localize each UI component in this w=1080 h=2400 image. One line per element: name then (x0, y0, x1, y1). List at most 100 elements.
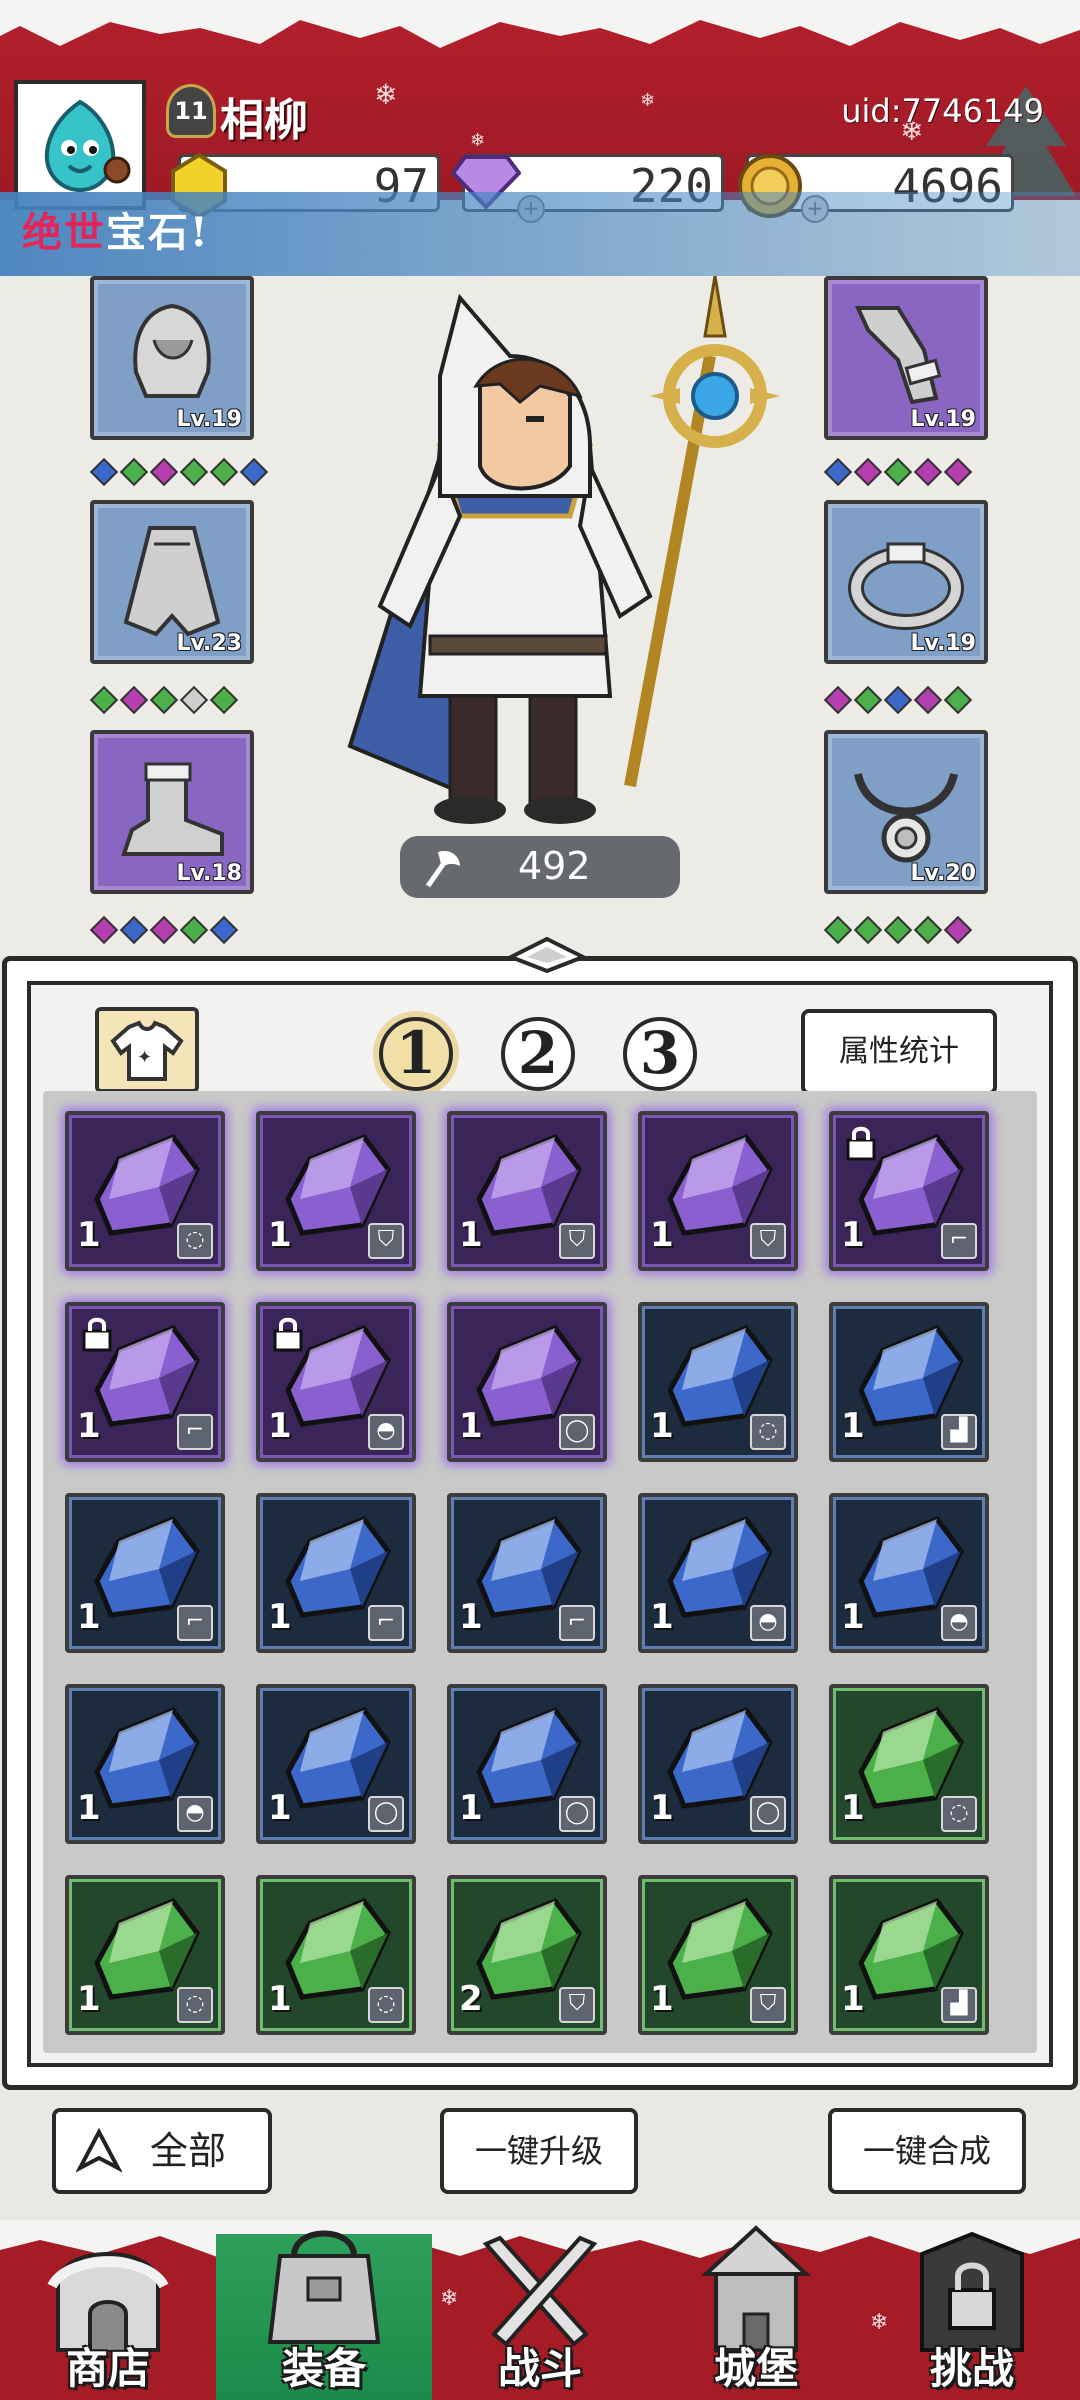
nav-label: 装备 (281, 2344, 366, 2393)
player-name: 相柳 (220, 95, 308, 146)
gem-cell[interactable]: 1 ◌ (638, 1302, 798, 1462)
player-uid: uid:7746149 (841, 92, 1044, 130)
gem-socket-green (853, 915, 883, 945)
gem-cell[interactable]: 1 ◌ (829, 1684, 989, 1844)
upgrade-all-button[interactable]: 一键升级 (440, 2108, 638, 2194)
nav-castle[interactable]: 城堡 (648, 2220, 864, 2400)
equip-slot-cloak[interactable]: Lv.23 (90, 500, 254, 664)
gem-cell[interactable]: 1 ⌐ (829, 1111, 989, 1271)
gem-cell[interactable]: 2 ⛉ (447, 1875, 607, 2035)
boots-slot-icon: ▟ (941, 1414, 977, 1450)
snowflake-icon: ❄ (640, 90, 656, 111)
gem-count: 2 (459, 1979, 483, 2019)
filter-all-button[interactable]: 全部 (52, 2108, 272, 2194)
gem-socket-magenta (913, 457, 943, 487)
cloak-slot-icon: ⛉ (750, 1223, 786, 1259)
player-level-badge: 11 (166, 84, 216, 138)
gem-count: 1 (77, 1406, 101, 1446)
page-tab-2[interactable]: 2 (501, 1017, 575, 1091)
nav-equipment[interactable]: 装备 (216, 2230, 432, 2400)
gem-count: 1 (268, 1406, 292, 1446)
lock-icon (846, 1126, 876, 1161)
nav-battle[interactable]: 战斗 (432, 2220, 648, 2400)
gem-inventory-panel: ✦ 1 2 3 属性统计 1 ◌ 1 ⛉ 1 ⛉ 1 ⛉ 1 ⌐ 1 ⌐ 1 ◓ 1 ◯ 1 ◌ 1 ▟ 1 ⌐ 1 ⌐ 1 ⌐ 1… (2, 936, 1078, 2090)
gem-socket-green (823, 915, 853, 945)
lock-icon (82, 1317, 112, 1352)
gem-socket-green (883, 457, 913, 487)
combat-power-value: 492 (518, 844, 591, 888)
announcement-banner: 绝世宝石! (0, 192, 1080, 276)
nav-label: 挑战 (929, 2344, 1014, 2393)
gem-count: 1 (650, 1597, 674, 1637)
ring-slot-icon: ◌ (368, 1987, 404, 2023)
announcement-rest: 宝石! (106, 209, 210, 256)
merge-all-button[interactable]: 一键合成 (828, 2108, 1026, 2194)
equip-slot-boots[interactable]: Lv.18 (90, 730, 254, 894)
gem-count: 1 (459, 1406, 483, 1446)
gem-socket-green (913, 915, 943, 945)
gem-count: 1 (268, 1597, 292, 1637)
gem-cell[interactable]: 1 ◯ (447, 1302, 607, 1462)
gem-cell[interactable]: 1 ⛉ (256, 1111, 416, 1271)
hero-mage-character (347, 276, 780, 824)
gem-socket-green (119, 457, 149, 487)
gem-cell[interactable]: 1 ⛉ (638, 1111, 798, 1271)
gem-cell[interactable]: 1 ◓ (829, 1493, 989, 1653)
gem-socket-magenta (89, 915, 119, 945)
gem-cell[interactable]: 1 ⌐ (256, 1493, 416, 1653)
nav-shop[interactable]: 商店 (0, 2220, 216, 2400)
slot-level: Lv.19 (176, 407, 242, 432)
snow-decoration (0, 0, 1080, 48)
gem-cell[interactable]: 1 ◌ (65, 1875, 225, 2035)
bracer-slot-icon: ⌐ (368, 1605, 404, 1641)
nav-label: 商店 (65, 2344, 150, 2393)
amulet-slot-icon: ◯ (750, 1796, 786, 1832)
svg-text:✦: ✦ (137, 1047, 152, 1068)
gem-count: 1 (77, 1788, 101, 1828)
inventory-inner-frame: ✦ 1 2 3 属性统计 1 ◌ 1 ⛉ 1 ⛉ 1 ⛉ 1 ⌐ 1 ⌐ 1 ◓ 1 ◯ 1 ◌ 1 ▟ 1 ⌐ 1 ⌐ 1 ⌐ 1… (27, 981, 1053, 2067)
gem-cell[interactable]: 1 ◯ (256, 1684, 416, 1844)
gem-socket-green (209, 685, 239, 715)
gem-cell[interactable]: 1 ▟ (829, 1302, 989, 1462)
snowflake-icon: ❄ (374, 78, 398, 111)
combat-power-badge: 492 (400, 836, 680, 898)
gem-cell[interactable]: 1 ◯ (638, 1684, 798, 1844)
gem-cell[interactable]: 1 ◓ (256, 1302, 416, 1462)
gem-socket-green (853, 685, 883, 715)
equip-slot-hood[interactable]: Lv.19 (90, 276, 254, 440)
gem-count: 1 (841, 1788, 865, 1828)
gem-cell[interactable]: 1 ◌ (65, 1111, 225, 1271)
gem-count: 1 (268, 1788, 292, 1828)
page-tab-1[interactable]: 1 (379, 1017, 453, 1091)
gem-count: 1 (841, 1597, 865, 1637)
bracer-slot-icon: ⌐ (559, 1605, 595, 1641)
nav-challenge[interactable]: 挑战 (864, 2220, 1080, 2400)
equipment-filter-button[interactable]: ✦ (95, 1007, 199, 1093)
gem-cell[interactable]: 1 ◌ (256, 1875, 416, 2035)
gem-count: 1 (459, 1597, 483, 1637)
bracer-slot-icon: ⌐ (177, 1605, 213, 1641)
gem-cell[interactable]: 1 ⛉ (447, 1111, 607, 1271)
gem-socket-blue (883, 685, 913, 715)
gem-socket-row (823, 685, 973, 715)
gem-cell[interactable]: 1 ◯ (447, 1684, 607, 1844)
player-avatar[interactable] (14, 80, 146, 210)
gem-cell[interactable]: 1 ◓ (65, 1684, 225, 1844)
gem-cell[interactable]: 1 ▟ (829, 1875, 989, 2035)
gem-cell[interactable]: 1 ⛉ (638, 1875, 798, 2035)
equip-slot-bracer[interactable]: Lv.19 (824, 276, 988, 440)
gem-cell[interactable]: 1 ◓ (638, 1493, 798, 1653)
equip-slot-amulet[interactable]: Lv.20 (824, 730, 988, 894)
equip-slot-ring[interactable]: Lv.19 (824, 500, 988, 664)
gem-cell[interactable]: 1 ⌐ (447, 1493, 607, 1653)
gem-socket-green (179, 457, 209, 487)
gem-cell[interactable]: 1 ⌐ (65, 1302, 225, 1462)
panel-ornament-icon (507, 936, 587, 974)
hood-slot-icon: ◓ (177, 1796, 213, 1832)
gem-socket-blue (209, 915, 239, 945)
gem-socket-magenta (149, 457, 179, 487)
gem-cell[interactable]: 1 ⌐ (65, 1493, 225, 1653)
page-tab-3[interactable]: 3 (623, 1017, 697, 1091)
attribute-stats-button[interactable]: 属性统计 (801, 1009, 997, 1095)
gem-count: 1 (268, 1215, 292, 1255)
